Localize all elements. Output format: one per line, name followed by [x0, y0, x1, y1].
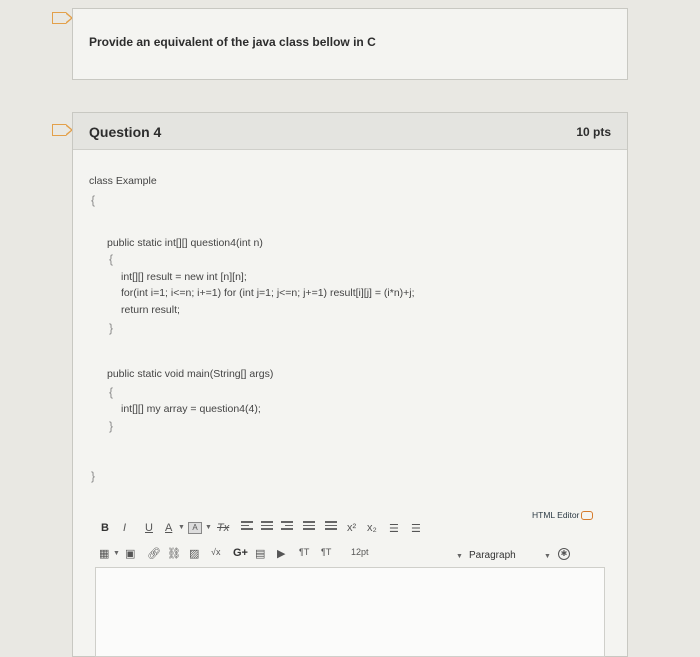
accessibility-icon[interactable]: ✱ — [558, 548, 570, 560]
question-card-previous: Provide an equivalent of the java class … — [72, 8, 628, 80]
record-icon[interactable]: ▶ — [277, 547, 285, 560]
question-card: Question 4 10 pts class Example { public… — [72, 112, 628, 657]
chevron-down-icon[interactable]: ▼ — [544, 553, 551, 560]
flag-icon[interactable] — [52, 11, 73, 24]
keyboard-icon — [581, 511, 594, 521]
editor-toolbar-row-2: ▦ ▼ ▣ 🔗︎ ⛓︎ ▨ √x G+ ▤ ▶ ¶T ¶T 12pt — [95, 547, 515, 567]
chevron-down-icon[interactable]: ▼ — [205, 524, 212, 531]
table-icon[interactable]: ▦ — [99, 547, 109, 560]
ltr-button[interactable]: ¶T — [299, 547, 309, 557]
code-line: int[][] my array = question4(4); — [121, 403, 261, 415]
font-size-select[interactable]: 12pt — [351, 547, 369, 557]
code-brace: } — [109, 419, 114, 433]
code-line: class Example — [89, 175, 157, 187]
code-line: return result; — [121, 304, 180, 316]
code-line: public static void main(String[] args) — [107, 368, 274, 380]
question-title: Question 4 — [89, 124, 162, 140]
bg-color-icon: A — [188, 522, 202, 535]
code-line: for(int i=1; i<=n; i+=1) for (int j=1; j… — [121, 287, 415, 299]
paragraph-select[interactable]: Paragraph — [469, 550, 516, 561]
link-icon[interactable]: 🔗︎ — [147, 547, 161, 560]
outdent-icon[interactable] — [325, 519, 337, 535]
code-brace: { — [109, 385, 114, 399]
chevron-down-icon[interactable]: ▼ — [456, 553, 463, 560]
code-brace: { — [91, 193, 96, 207]
embed-icon[interactable]: ▤ — [255, 547, 265, 560]
numbered-list-icon[interactable]: ☰ — [411, 522, 421, 535]
media-icon[interactable]: ▣ — [125, 547, 135, 560]
question-header: Question 4 10 pts — [73, 113, 627, 150]
italic-button[interactable]: I — [123, 522, 126, 534]
image-icon[interactable]: ▨ — [189, 547, 199, 560]
align-center-icon[interactable] — [261, 519, 273, 535]
align-left-icon[interactable] — [241, 519, 253, 535]
html-editor-link[interactable]: HTML Editor — [532, 510, 594, 521]
code-line: int[][] result = new int [n][n]; — [121, 271, 247, 283]
superscript-button[interactable]: x² — [347, 522, 356, 534]
code-brace: } — [109, 321, 114, 335]
rtl-button[interactable]: ¶T — [321, 547, 331, 557]
align-right-icon[interactable] — [281, 519, 293, 535]
underline-button[interactable]: U — [145, 522, 153, 534]
chevron-down-icon[interactable]: ▼ — [113, 550, 120, 557]
code-brace: } — [91, 469, 96, 483]
question-prompt: Provide an equivalent of the java class … — [89, 35, 376, 49]
code-line: public static int[][] question4(int n) — [107, 237, 263, 249]
answer-text-area[interactable] — [95, 567, 605, 657]
background-color-button[interactable]: A — [188, 522, 202, 535]
question-points: 10 pts — [576, 125, 611, 139]
editor-toolbar-row-1: B I U A ▼ A ▼ Tx x² x₂ ☰ ☰ — [95, 519, 515, 542]
unlink-icon[interactable]: ⛓︎ — [167, 547, 181, 560]
google-icon[interactable]: G+ — [233, 547, 248, 559]
font-color-button[interactable]: A — [165, 522, 172, 534]
subscript-button[interactable]: x₂ — [367, 522, 377, 534]
flag-icon[interactable] — [52, 123, 73, 136]
code-brace: { — [109, 252, 114, 266]
chevron-down-icon[interactable]: ▼ — [178, 524, 185, 531]
html-editor-label: HTML Editor — [532, 510, 580, 520]
clear-format-button[interactable]: Tx — [217, 522, 229, 534]
bullet-list-icon[interactable]: ☰ — [389, 522, 399, 535]
indent-icon[interactable] — [303, 519, 315, 535]
math-button[interactable]: √x — [211, 547, 220, 557]
bold-button[interactable]: B — [101, 522, 109, 534]
